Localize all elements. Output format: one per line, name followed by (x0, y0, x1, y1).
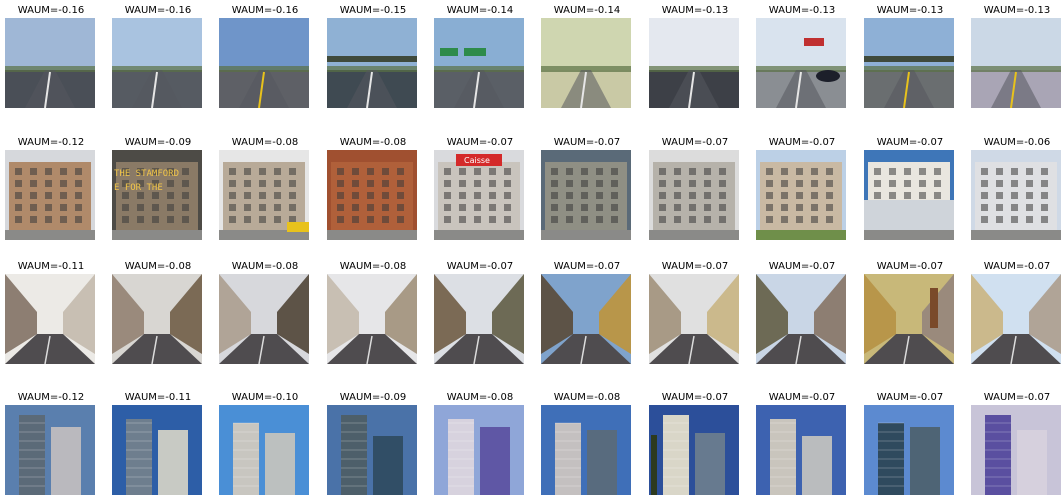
waum-label: WAUM=-0.14 (553, 5, 621, 16)
highway-thumbnail (864, 18, 954, 108)
waum-label: WAUM=-0.16 (17, 5, 85, 16)
street-thumbnail (112, 274, 202, 364)
building-thumbnail (541, 150, 631, 240)
highway-thumbnail (327, 18, 417, 108)
waum-label: WAUM=-0.08 (339, 261, 407, 272)
building-thumbnail (864, 150, 954, 240)
waum-label: WAUM=-0.07 (876, 392, 944, 403)
building-thumbnail (219, 150, 309, 240)
waum-label: WAUM=-0.08 (231, 137, 299, 148)
building-thumbnail (971, 150, 1061, 240)
waum-label: WAUM=-0.07 (876, 137, 944, 148)
waum-label: WAUM=-0.12 (17, 137, 85, 148)
highway-thumbnail (541, 18, 631, 108)
waum-label: WAUM=-0.07 (553, 137, 621, 148)
waum-label: WAUM=-0.13 (661, 5, 729, 16)
waum-label: WAUM=-0.08 (446, 392, 514, 403)
waum-label: WAUM=-0.07 (661, 261, 729, 272)
waum-label: WAUM=-0.08 (553, 392, 621, 403)
waum-label: WAUM=-0.07 (983, 261, 1051, 272)
building-thumbnail (327, 150, 417, 240)
tallbuilding-thumbnail (756, 405, 846, 495)
building-thumbnail (649, 150, 739, 240)
street-thumbnail (756, 274, 846, 364)
waum-label: WAUM=-0.11 (17, 261, 85, 272)
tallbuilding-thumbnail (112, 405, 202, 495)
street-thumbnail (864, 274, 954, 364)
waum-label: WAUM=-0.07 (446, 261, 514, 272)
highway-thumbnail (5, 18, 95, 108)
waum-label: WAUM=-0.15 (339, 5, 407, 16)
street-thumbnail (327, 274, 417, 364)
stamford-sign-text: THE STAMFORD (114, 169, 179, 179)
highway-thumbnail (756, 18, 846, 108)
image-grid: WAUM=-0.16 WAUM=-0.16 WAUM=-0.16 WAUM=-0.15… (0, 0, 1063, 495)
street-thumbnail (649, 274, 739, 364)
waum-label: WAUM=-0.11 (124, 392, 192, 403)
highway-thumbnail (219, 18, 309, 108)
waum-label: WAUM=-0.07 (983, 392, 1051, 403)
waum-label: WAUM=-0.13 (876, 5, 944, 16)
waum-label: WAUM=-0.08 (339, 137, 407, 148)
waum-label: WAUM=-0.06 (983, 137, 1051, 148)
tallbuilding-thumbnail (971, 405, 1061, 495)
tallbuilding-thumbnail (219, 405, 309, 495)
waum-label: WAUM=-0.13 (983, 5, 1051, 16)
highway-thumbnail (971, 18, 1061, 108)
waum-label: WAUM=-0.07 (768, 261, 836, 272)
building-thumbnail: Caisse (434, 150, 524, 240)
caisse-sign-text: Caisse (464, 156, 490, 165)
highway-thumbnail (112, 18, 202, 108)
tallbuilding-thumbnail (649, 405, 739, 495)
street-thumbnail (5, 274, 95, 364)
waum-label: WAUM=-0.09 (339, 392, 407, 403)
highway-thumbnail (649, 18, 739, 108)
waum-label: WAUM=-0.07 (553, 261, 621, 272)
tallbuilding-thumbnail (864, 405, 954, 495)
waum-label: WAUM=-0.16 (231, 5, 299, 16)
stamford-sign-text: E FOR THE (114, 183, 163, 193)
tallbuilding-thumbnail (5, 405, 95, 495)
tallbuilding-thumbnail (327, 405, 417, 495)
waum-label: WAUM=-0.08 (231, 261, 299, 272)
waum-label: WAUM=-0.10 (231, 392, 299, 403)
waum-label: WAUM=-0.07 (661, 392, 729, 403)
waum-label: WAUM=-0.08 (124, 261, 192, 272)
waum-label: WAUM=-0.13 (768, 5, 836, 16)
street-thumbnail (434, 274, 524, 364)
highway-thumbnail (434, 18, 524, 108)
waum-label: WAUM=-0.09 (124, 137, 192, 148)
building-thumbnail (756, 150, 846, 240)
waum-label: WAUM=-0.07 (446, 137, 514, 148)
waum-label: WAUM=-0.14 (446, 5, 514, 16)
building-thumbnail: THE STAMFORD E FOR THE (112, 150, 202, 240)
tallbuilding-thumbnail (434, 405, 524, 495)
street-thumbnail (541, 274, 631, 364)
street-thumbnail (219, 274, 309, 364)
waum-label: WAUM=-0.07 (661, 137, 729, 148)
waum-label: WAUM=-0.07 (876, 261, 944, 272)
tallbuilding-thumbnail (541, 405, 631, 495)
waum-label: WAUM=-0.16 (124, 5, 192, 16)
building-thumbnail (5, 150, 95, 240)
waum-label: WAUM=-0.07 (768, 392, 836, 403)
street-thumbnail (971, 274, 1061, 364)
waum-label: WAUM=-0.12 (17, 392, 85, 403)
waum-label: WAUM=-0.07 (768, 137, 836, 148)
